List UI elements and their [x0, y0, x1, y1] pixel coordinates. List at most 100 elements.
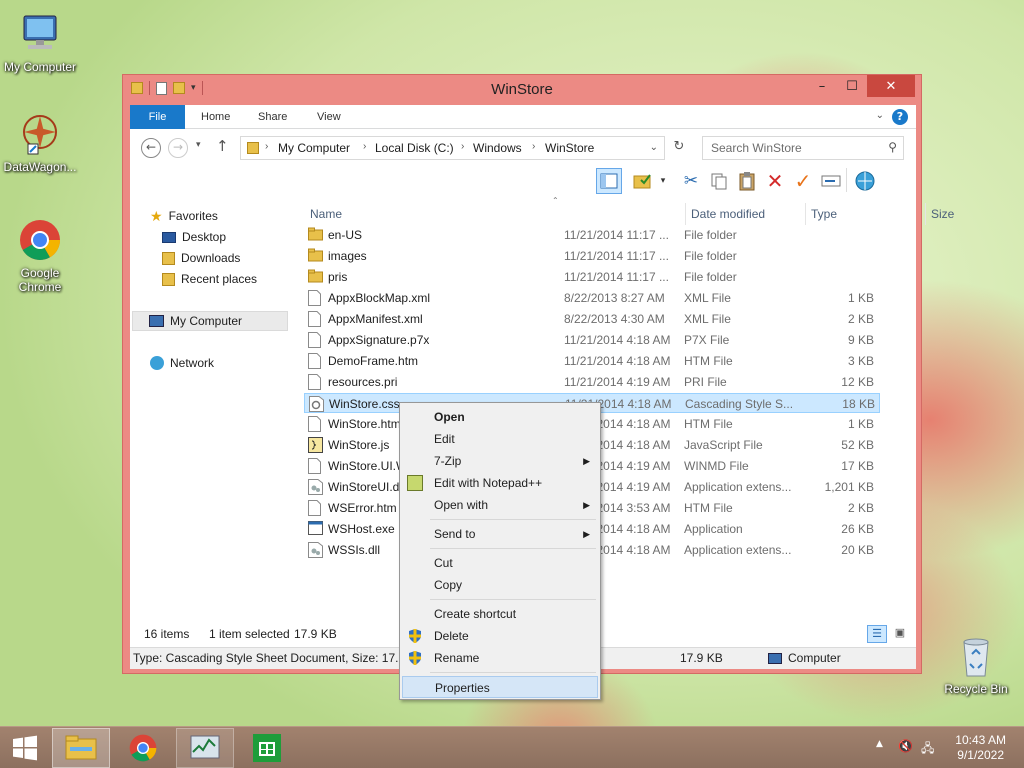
menu-item-edit[interactable]: Edit: [402, 428, 598, 450]
taskbar-store[interactable]: [238, 728, 296, 768]
toolbar: ▾ ✂ ✕ ✓: [130, 165, 916, 199]
address-bar[interactable]: › My Computer › Local Disk (C:) › Window…: [240, 136, 665, 160]
recent-places-icon: [162, 272, 175, 286]
help-icon[interactable]: ?: [892, 109, 908, 125]
notepad-plus-plus-icon: [407, 475, 423, 491]
file-date: 8/22/2013 4:30 AM: [564, 312, 665, 326]
file-name: WinStore.css: [329, 397, 400, 411]
file-row[interactable]: AppxManifest.xml 8/22/2013 4:30 AM XML Fil…: [304, 309, 880, 329]
menu-item-copy[interactable]: Copy: [402, 574, 598, 596]
large-icons-view-button[interactable]: ▣: [890, 625, 910, 643]
sidebar-item-downloads[interactable]: Downloads: [162, 248, 240, 268]
breadcrumb-my-computer[interactable]: My Computer: [278, 141, 350, 155]
cut-icon[interactable]: ✂: [678, 168, 704, 194]
menu-item-create-shortcut[interactable]: Create shortcut: [402, 603, 598, 625]
window-controls: – ☐ ✕: [807, 75, 915, 97]
menu-item-delete[interactable]: Delete: [402, 625, 598, 647]
tab-file[interactable]: File: [130, 105, 185, 129]
column-divider[interactable]: [685, 203, 686, 225]
column-divider[interactable]: [805, 203, 806, 225]
column-header-date[interactable]: Date modified: [691, 203, 765, 225]
file-row[interactable]: en-US 11/21/2014 11:17 ... File folder: [304, 225, 880, 245]
menu-item-send-to[interactable]: Send to ▶: [402, 523, 598, 545]
menu-item-cut[interactable]: Cut: [402, 552, 598, 574]
desktop-icon-my-computer[interactable]: My Computer: [0, 10, 80, 74]
column-header-size[interactable]: Size: [931, 203, 954, 225]
start-button[interactable]: [0, 728, 50, 768]
details-pane-button[interactable]: [596, 168, 622, 194]
chevron-down-icon[interactable]: ⌄: [650, 142, 658, 153]
checkmark-icon[interactable]: ✓: [790, 168, 816, 194]
column-divider[interactable]: [925, 203, 926, 225]
tab-share[interactable]: Share: [244, 105, 301, 129]
computer-icon: [16, 10, 64, 58]
file-row[interactable]: AppxBlockMap.xml 8/22/2013 8:27 AM XML Fil…: [304, 288, 880, 308]
forward-button[interactable]: →: [168, 138, 188, 158]
breadcrumb-windows[interactable]: Windows: [473, 141, 522, 155]
taskbar-file-explorer[interactable]: [52, 728, 110, 768]
taskbar-task-manager[interactable]: [176, 728, 234, 768]
sidebar-item-desktop[interactable]: Desktop: [162, 227, 226, 247]
details-text: Type: Cascading Style Sheet Document, Si…: [133, 651, 417, 665]
column-header-type[interactable]: Type: [811, 203, 837, 225]
chrome-icon: [129, 734, 157, 762]
paste-icon[interactable]: [734, 168, 760, 194]
menu-item-notepad-plus-plus[interactable]: Edit with Notepad++: [402, 472, 598, 494]
title-bar[interactable]: ▾ WinStore – ☐ ✕: [123, 75, 921, 105]
taskbar-chrome[interactable]: [114, 728, 172, 768]
maximize-button[interactable]: ☐: [837, 75, 867, 97]
system-clock[interactable]: 10:43 AM 9/1/2022: [955, 733, 1006, 763]
search-icon[interactable]: ⚲: [888, 140, 897, 154]
volume-muted-icon[interactable]: 🔇: [898, 739, 913, 753]
menu-item-label: Send to: [434, 527, 476, 541]
delete-icon[interactable]: ✕: [762, 168, 788, 194]
show-hidden-icons-icon[interactable]: ▲: [876, 739, 883, 749]
file-type: PRI File: [684, 375, 727, 389]
desktop-icon-recycle-bin[interactable]: Recycle Bin: [936, 632, 1016, 696]
breadcrumb-local-disk[interactable]: Local Disk (C:): [375, 141, 454, 155]
minimize-button[interactable]: –: [807, 75, 837, 97]
file-row[interactable]: images 11/21/2014 11:17 ... File folder: [304, 246, 880, 266]
file-row[interactable]: resources.pri 11/21/2014 4:19 AM PRI File 1…: [304, 372, 880, 392]
tab-view[interactable]: View: [303, 105, 355, 129]
file-row[interactable]: pris 11/21/2014 11:17 ... File folder: [304, 267, 880, 287]
column-header-name[interactable]: Name: [310, 203, 342, 225]
menu-item-label: Rename: [434, 651, 480, 665]
rename-icon[interactable]: [818, 168, 844, 194]
file-date: 11/21/2014 4:18 AM: [564, 333, 671, 347]
breadcrumb-winstore[interactable]: WinStore: [545, 141, 594, 155]
desktop-icon-datawagon[interactable]: DataWagon...: [0, 110, 80, 174]
file-row[interactable]: DemoFrame.htm 11/21/2014 4:18 AM HTM File 3…: [304, 351, 880, 371]
file-row[interactable]: AppxSignature.p7x 11/21/2014 4:18 AM P7X F…: [304, 330, 880, 350]
menu-item-properties[interactable]: Properties: [402, 676, 598, 698]
menu-item-open[interactable]: Open: [402, 406, 598, 428]
sidebar-item-recent-places[interactable]: Recent places: [162, 269, 257, 289]
sidebar-item-favorites[interactable]: ★ Favorites: [150, 206, 218, 226]
search-placeholder: Search WinStore: [711, 141, 802, 155]
details-view-button[interactable]: ☰: [867, 625, 887, 643]
copy-icon[interactable]: [706, 168, 732, 194]
file-date: 11/21/2014 11:17 ...: [564, 228, 669, 242]
desktop-icon-chrome[interactable]: Google Chrome: [0, 216, 80, 294]
network-status-icon[interactable]: 🖧: [921, 739, 934, 760]
close-button[interactable]: ✕: [867, 75, 915, 97]
refresh-icon[interactable]: ↻: [670, 139, 688, 157]
menu-item-rename[interactable]: Rename: [402, 647, 598, 669]
tab-home[interactable]: Home: [187, 105, 244, 129]
network-globe-icon[interactable]: [852, 168, 878, 194]
recent-locations-icon[interactable]: ▾: [196, 140, 201, 150]
menu-separator: [430, 519, 596, 520]
clock-date: 9/1/2022: [957, 748, 1004, 762]
sidebar-item-network[interactable]: Network: [150, 353, 214, 373]
file-type: XML File: [684, 291, 731, 305]
menu-item-open-with[interactable]: Open with ▶: [402, 494, 598, 516]
up-button[interactable]: ↑: [216, 137, 229, 155]
folder-options-icon[interactable]: [630, 168, 656, 194]
search-input[interactable]: Search WinStore ⚲: [702, 136, 904, 160]
store-icon: [253, 734, 281, 762]
back-button[interactable]: ←: [141, 138, 161, 158]
expand-ribbon-icon[interactable]: ⌄: [876, 110, 884, 121]
chevron-down-icon[interactable]: ▾: [656, 168, 670, 194]
sidebar-item-my-computer[interactable]: My Computer: [132, 311, 288, 331]
menu-item-7zip[interactable]: 7-Zip ▶: [402, 450, 598, 472]
